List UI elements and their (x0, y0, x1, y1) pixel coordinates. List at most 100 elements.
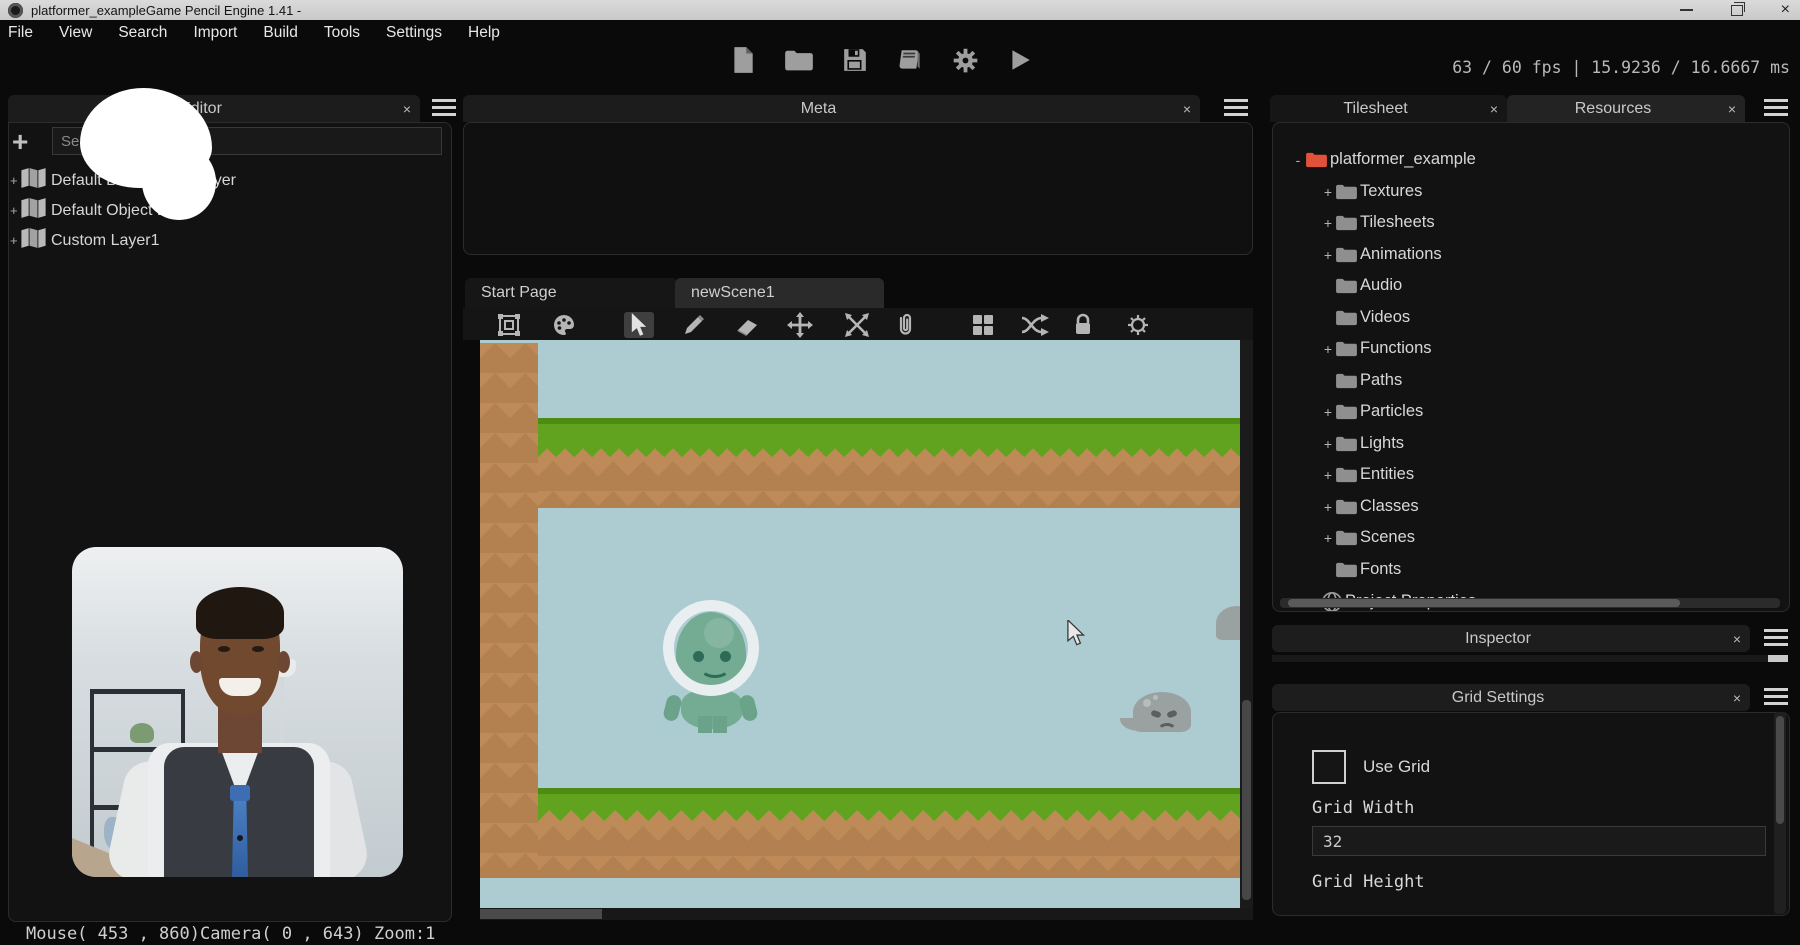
pointer-tool-icon[interactable] (624, 312, 654, 338)
move-tool-icon[interactable] (785, 312, 815, 338)
expand-icon[interactable]: + (1321, 467, 1335, 483)
inspector-scrollbar-thumb[interactable] (1768, 655, 1788, 662)
tree-row-videos[interactable]: Videos (1321, 302, 1410, 333)
resources-menu-icon[interactable] (1764, 99, 1788, 102)
shuffle-tool-icon[interactable] (1020, 312, 1050, 338)
tab-resources[interactable]: Resources × (1507, 95, 1745, 122)
expand-icon[interactable]: + (1321, 436, 1335, 452)
new-file-icon[interactable] (730, 46, 756, 74)
inspector-panel-tab[interactable]: Inspector × (1272, 625, 1750, 652)
layer-expand-icon[interactable]: + (10, 173, 20, 188)
palette-tool-icon[interactable] (549, 312, 579, 338)
scene-frame-tool-icon[interactable] (494, 312, 524, 338)
scene-horizontal-scrollbar[interactable] (480, 908, 1253, 920)
grid-settings-menu-icon[interactable] (1764, 688, 1788, 691)
tab-new-scene1[interactable]: newScene1 (675, 278, 884, 308)
main-toolbar (730, 42, 1033, 78)
menu-search[interactable]: Search (118, 24, 167, 42)
meta-panel-tab[interactable]: Meta × (463, 95, 1200, 122)
expand-icon[interactable]: + (1321, 341, 1335, 357)
layer-row-custom1[interactable]: + Custom Layer1 (10, 226, 440, 255)
blob-enemy-sprite-clipped[interactable] (1216, 606, 1240, 640)
left-panel-tab[interactable]: Editor × (8, 95, 420, 122)
layer-expand-icon[interactable]: + (10, 233, 20, 248)
scene-canvas[interactable] (480, 340, 1240, 908)
eraser-tool-icon[interactable] (733, 312, 763, 338)
layer-expand-icon[interactable]: + (10, 203, 20, 218)
scene-settings-gear-icon[interactable] (1123, 312, 1153, 338)
left-panel-menu-icon[interactable] (432, 99, 456, 102)
pencil-tool-icon[interactable] (679, 312, 709, 338)
inspector-close-icon[interactable]: × (1724, 631, 1750, 647)
scene-horizontal-scrollbar-thumb[interactable] (480, 909, 602, 919)
tree-row-fonts[interactable]: Fonts (1321, 554, 1401, 585)
run-play-icon[interactable] (1007, 47, 1033, 73)
menu-file[interactable]: File (8, 24, 33, 42)
resources-close-icon[interactable]: × (1719, 101, 1745, 117)
menu-view[interactable]: View (59, 24, 92, 42)
left-panel-close-icon[interactable]: × (394, 101, 420, 117)
menu-settings[interactable]: Settings (386, 24, 442, 42)
menu-import[interactable]: Import (193, 24, 237, 42)
inspector-scrollbar[interactable] (1272, 655, 1788, 662)
add-layer-button[interactable]: + (12, 128, 28, 156)
resources-horizontal-scrollbar-thumb[interactable] (1288, 599, 1680, 607)
alien-leg (713, 716, 727, 733)
tree-row-particles[interactable]: +Particles (1321, 396, 1423, 427)
layer-row-background[interactable]: + Default Background Layer (10, 166, 440, 195)
grid-settings-panel-tab[interactable]: Grid Settings × (1272, 684, 1750, 711)
folder-icon (1335, 403, 1358, 421)
tree-row-classes[interactable]: +Classes (1321, 491, 1419, 522)
restore-button[interactable] (1731, 5, 1743, 16)
grid-settings-scrollbar[interactable] (1774, 712, 1786, 914)
close-button[interactable]: × (1781, 0, 1790, 20)
tree-row-functions[interactable]: +Functions (1321, 333, 1432, 364)
expand-icon[interactable]: + (1321, 184, 1335, 200)
meta-panel-menu-icon[interactable] (1224, 99, 1248, 102)
tiles-grid-icon[interactable] (968, 312, 998, 338)
expand-icon[interactable]: + (1321, 247, 1335, 263)
expand-icon[interactable]: + (1321, 404, 1335, 420)
tree-row-textures[interactable]: +Textures (1321, 176, 1422, 207)
tree-row-paths[interactable]: Paths (1321, 365, 1402, 396)
lock-tool-icon[interactable] (1068, 312, 1098, 338)
tilesheet-close-icon[interactable]: × (1481, 101, 1507, 117)
menu-build[interactable]: Build (263, 24, 297, 42)
tree-row-animations[interactable]: +Animations (1321, 239, 1442, 270)
expand-icon[interactable]: + (1321, 499, 1335, 515)
expand-icon[interactable]: + (1321, 215, 1335, 231)
grid-width-input[interactable] (1312, 826, 1766, 856)
tree-row-scenes[interactable]: +Scenes (1321, 522, 1415, 553)
scene-vertical-scrollbar[interactable] (1240, 340, 1253, 908)
resources-horizontal-scrollbar[interactable] (1280, 598, 1780, 608)
use-grid-checkbox[interactable] (1312, 750, 1346, 784)
settings-gear-icon[interactable] (952, 47, 979, 74)
grid-settings-close-icon[interactable]: × (1724, 690, 1750, 706)
tree-row-entities[interactable]: +Entities (1321, 459, 1414, 490)
save-icon[interactable] (842, 47, 868, 73)
inspector-menu-icon[interactable] (1764, 629, 1788, 632)
minimize-button[interactable] (1680, 9, 1693, 11)
menu-help[interactable]: Help (468, 24, 500, 42)
tab-tilesheet[interactable]: Tilesheet × (1270, 95, 1507, 122)
tree-row-audio[interactable]: Audio (1321, 270, 1402, 301)
transform-tool-icon[interactable] (842, 312, 872, 338)
blob-spot (1143, 699, 1151, 707)
tree-row-lights[interactable]: +Lights (1321, 428, 1404, 459)
expand-icon[interactable]: + (1321, 530, 1335, 546)
resources-tree: - platformer_example +Textures +Tileshee… (1272, 122, 1790, 612)
attach-paperclip-icon[interactable] (890, 312, 920, 338)
collapse-icon[interactable]: - (1291, 152, 1305, 168)
layer-row-object[interactable]: + Default Object Layer (10, 196, 440, 225)
meta-panel-close-icon[interactable]: × (1174, 101, 1200, 117)
grid-settings-scrollbar-thumb[interactable] (1776, 716, 1784, 824)
tab-start-page[interactable]: Start Page (465, 278, 678, 308)
menu-tools[interactable]: Tools (324, 24, 360, 42)
tree-label: Fonts (1360, 560, 1401, 579)
tree-row-tilesheets[interactable]: +Tilesheets (1321, 207, 1435, 238)
tree-row-root[interactable]: - platformer_example (1291, 144, 1476, 175)
scene-vertical-scrollbar-thumb[interactable] (1242, 700, 1251, 900)
open-folder-icon[interactable] (784, 48, 814, 72)
manual-book-icon[interactable] (896, 47, 924, 73)
alien-leg (698, 716, 712, 733)
